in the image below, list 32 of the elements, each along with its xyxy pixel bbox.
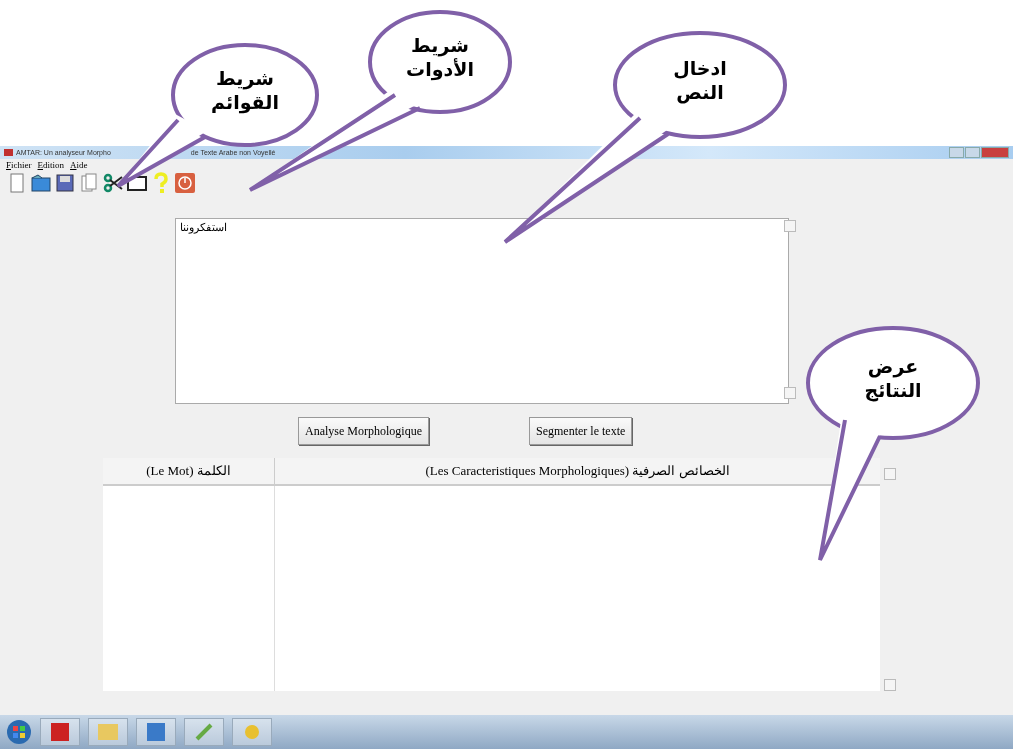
scissors-icon[interactable] bbox=[102, 172, 124, 194]
power-icon[interactable] bbox=[174, 172, 196, 194]
callout-text: شريط bbox=[216, 67, 274, 91]
app-icon bbox=[4, 149, 13, 156]
scroll-down-icon[interactable] bbox=[784, 387, 796, 399]
callout-text: القوائم bbox=[211, 90, 279, 115]
scroll-down-icon[interactable] bbox=[884, 679, 896, 691]
callout-text: النص bbox=[676, 80, 724, 105]
maximize-icon[interactable] bbox=[965, 147, 980, 158]
taskbar-folder-icon[interactable] bbox=[88, 718, 128, 746]
taskbar-app-icon[interactable] bbox=[184, 718, 224, 746]
scroll-up-icon[interactable] bbox=[884, 468, 896, 480]
column-header[interactable]: (Le Mot) الكلمة bbox=[103, 458, 275, 484]
callout-text: ادخال bbox=[673, 57, 727, 81]
taskbar-app-icon[interactable] bbox=[40, 718, 80, 746]
column-header[interactable]: (Les Caracteristiques Morphologiques) الخصائص الصرفية bbox=[275, 458, 880, 484]
close-icon[interactable] bbox=[981, 147, 1009, 158]
taskbar-app-icon[interactable] bbox=[232, 718, 272, 746]
callout-text: الأدوات bbox=[406, 57, 474, 82]
scroll-up-icon[interactable] bbox=[784, 220, 796, 232]
menu-item[interactable]: Fichier bbox=[6, 160, 32, 170]
callout-text: النتائج bbox=[864, 378, 922, 403]
menu-item[interactable]: Edition bbox=[37, 160, 65, 170]
folder-icon[interactable] bbox=[30, 172, 52, 194]
callout-text: شريط bbox=[411, 34, 469, 57]
segment-button[interactable]: Segmenter le texte bbox=[529, 417, 633, 445]
taskbar-app-icon[interactable] bbox=[136, 718, 176, 746]
start-button[interactable] bbox=[6, 719, 32, 745]
analyse-button[interactable]: Analyse Morphologique bbox=[298, 417, 429, 445]
minimize-icon[interactable] bbox=[949, 147, 964, 158]
callout-text: عرض bbox=[867, 355, 919, 379]
menu-item[interactable]: Aide bbox=[70, 160, 88, 170]
